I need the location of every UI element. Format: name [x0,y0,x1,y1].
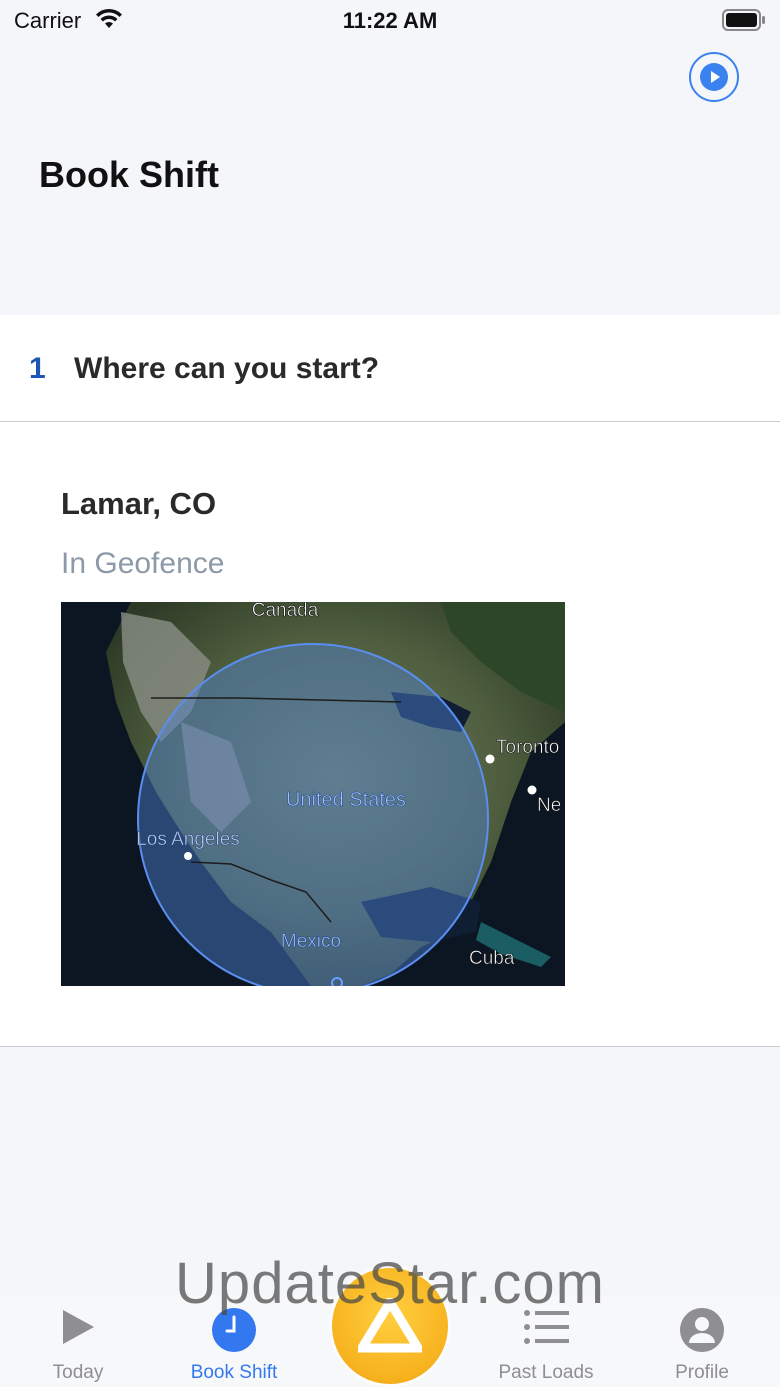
card-divider [0,1046,780,1047]
new-york-marker [527,785,537,795]
clock: 11:22 AM [342,8,438,33]
step-header[interactable]: 1 Where can you start? [0,315,780,422]
map-view[interactable]: Canada United States Los Angeles Mexico … [61,602,565,986]
tab-book-shift[interactable]: Book Shift [156,1295,312,1387]
play-icon [63,1310,94,1344]
play-circle-icon [700,63,728,91]
triangle-logo-icon [358,1298,422,1353]
page-title: Book Shift [39,154,219,195]
map-label-toronto: Toronto [496,737,559,758]
los-angeles-marker [184,852,192,860]
map-label-canada: Canada [252,602,319,621]
toronto-marker [485,754,495,764]
tab-profile[interactable]: Profile [624,1295,780,1387]
step-title: Where can you start? [74,352,380,385]
step-card: 1 Where can you start? Lamar, CO In Geof… [0,315,780,1047]
map-label-united-states: United States [286,789,406,811]
geofence-status: In Geofence [61,547,225,580]
list-icon [524,1310,569,1344]
map-label-mexico: Mexico [281,931,341,952]
tab-today[interactable]: Today [0,1295,156,1387]
step-number: 1 [29,352,46,385]
play-button[interactable] [689,52,739,102]
map-label-cuba: Cuba [469,948,515,969]
person-icon [680,1308,724,1352]
map-label-los-angeles: Los Angeles [136,829,240,850]
map-label-new-york: Ne [537,795,561,816]
map-satellite: Canada United States Los Angeles Mexico … [61,602,565,986]
tab-past-loads[interactable]: Past Loads [468,1295,624,1387]
tab-past-loads-label: Past Loads [498,1362,594,1383]
clock-icon [212,1308,256,1352]
status-bar: Carrier 11:22 AM [0,0,780,40]
location-name: Lamar, CO [61,486,217,521]
tab-today-label: Today [52,1362,104,1383]
tab-book-shift-label: Book Shift [190,1362,278,1383]
center-action-button[interactable] [332,1268,448,1384]
battery-icon [722,9,765,31]
tab-profile-label: Profile [675,1362,729,1383]
